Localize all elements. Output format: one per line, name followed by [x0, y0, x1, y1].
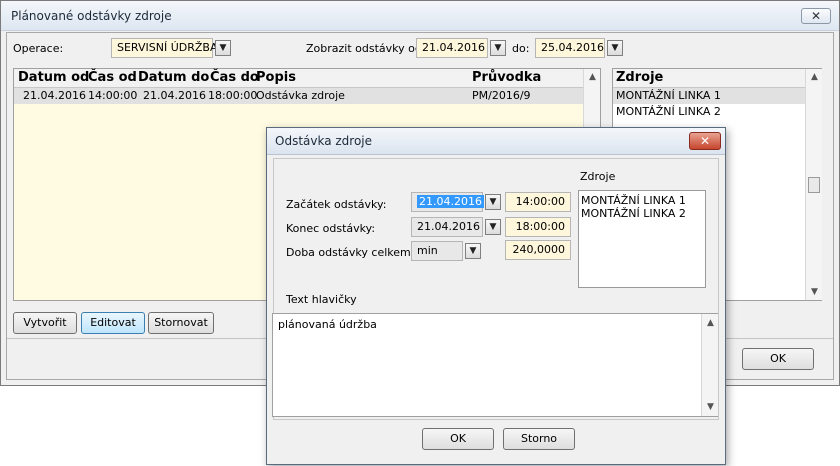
zdroje-scroll-down-icon[interactable]: ▼	[806, 287, 823, 297]
text-hlavicky-textarea[interactable]: plánovaná údržba ▲ ▼	[272, 313, 718, 417]
list-item[interactable]: MONTÁŽNÍ LINKA 1	[581, 194, 686, 207]
konec-time-field[interactable]: 18:00:00	[505, 217, 571, 237]
col-pruvodka[interactable]: Průvodka	[472, 70, 541, 85]
zdroje-header: Zdroje	[616, 70, 664, 85]
cell-popis: Odstávka zdroje	[256, 89, 345, 102]
doba-label: Doba odstávky celkem:	[286, 246, 415, 259]
textarea-scroll-up-icon[interactable]: ▲	[702, 318, 719, 328]
zacatek-date-field[interactable]: 21.04.2016	[411, 192, 484, 212]
list-item[interactable]: MONTÁŽNÍ LINKA 2	[613, 104, 805, 120]
dialog-zdroje-list[interactable]: MONTÁŽNÍ LINKA 1 MONTÁŽNÍ LINKA 2	[578, 190, 706, 288]
doba-unit-field[interactable]: min	[411, 241, 463, 261]
konec-label: Konec odstávky:	[286, 222, 376, 235]
zdroje-item-2: MONTÁŽNÍ LINKA 2	[616, 105, 721, 118]
dialog-close-icon[interactable]: ✕	[689, 132, 721, 150]
main-title-bar[interactable]: Plánované odstávky zdroje ✕	[1, 1, 839, 31]
cell-datum-od: 21.04.2016	[23, 89, 86, 102]
doba-unit-dropdown-icon[interactable]: ▼	[465, 243, 481, 259]
col-cas-od[interactable]: Čas od	[88, 70, 137, 85]
date-from-field[interactable]: 21.04.2016	[416, 38, 488, 58]
dialog-zdroje-label: Zdroje	[580, 170, 616, 183]
zdroje-scrollbar[interactable]: ▲ ▼	[805, 69, 822, 300]
zdroje-scroll-up-icon[interactable]: ▲	[806, 72, 823, 82]
date-from-dropdown-icon[interactable]: ▼	[490, 40, 506, 56]
konec-date-dropdown-icon[interactable]: ▼	[485, 219, 501, 235]
table-row[interactable]: 21.04.2016 14:00:00 21.04.2016 18:00:00 …	[14, 88, 584, 104]
textarea-scrollbar[interactable]: ▲ ▼	[701, 314, 718, 416]
cell-pruvodka: PM/2016/9	[472, 89, 531, 102]
main-ok-button[interactable]: OK	[742, 348, 814, 370]
do-label: do:	[512, 42, 530, 55]
date-to-field[interactable]: 25.04.2016	[535, 38, 605, 58]
dialog-storno-button[interactable]: Storno	[503, 428, 575, 450]
list-item[interactable]: MONTÁŽNÍ LINKA 1	[613, 88, 805, 104]
date-to-dropdown-icon[interactable]: ▼	[607, 40, 623, 56]
col-cas-do[interactable]: Čas do	[210, 70, 259, 85]
text-hlavicky-value: plánovaná údržba	[278, 318, 377, 331]
main-window-title: Plánované odstávky zdroje	[11, 9, 172, 23]
textarea-scroll-down-icon[interactable]: ▼	[702, 402, 719, 412]
list-item[interactable]: MONTÁŽNÍ LINKA 2	[581, 207, 686, 220]
text-hlavicky-label: Text hlavičky	[286, 293, 357, 306]
cell-datum-do: 21.04.2016	[143, 89, 206, 102]
zacatek-date-dropdown-icon[interactable]: ▼	[485, 194, 501, 210]
grid-scroll-up-icon[interactable]: ▲	[584, 72, 601, 82]
zobrazit-label: Zobrazit odstávky od:	[306, 42, 426, 55]
col-datum-do[interactable]: Datum do	[138, 70, 209, 85]
zdroje-item-1: MONTÁŽNÍ LINKA 1	[616, 89, 721, 102]
main-close-icon[interactable]: ✕	[801, 8, 831, 24]
zacatek-date-value: 21.04.2016	[417, 195, 484, 208]
cell-cas-od: 14:00:00	[88, 89, 138, 102]
col-popis[interactable]: Popis	[256, 70, 296, 85]
col-datum-od[interactable]: Datum od	[18, 70, 89, 85]
cell-cas-do: 18:00:00	[208, 89, 258, 102]
konec-date-field[interactable]: 21.04.2016	[411, 217, 483, 237]
zdroje-scroll-thumb[interactable]	[808, 177, 820, 193]
dialog-ok-button[interactable]: OK	[422, 428, 494, 450]
zacatek-label: Začátek odstávky:	[286, 198, 387, 211]
operace-field[interactable]: SERVISNÍ ÚDRŽBA	[111, 38, 217, 58]
dialog-title-bar[interactable]: Odstávka zdroje ✕	[267, 128, 725, 155]
zdroje-header-bar: Zdroje	[613, 69, 805, 88]
operace-dropdown-icon[interactable]: ▼	[215, 40, 231, 56]
operace-label: Operace:	[13, 42, 64, 55]
vytvorit-button[interactable]: Vytvořit	[13, 312, 77, 334]
grid-header: Datum od Čas od Datum do Čas do Popis Pr…	[14, 69, 584, 88]
zacatek-time-field[interactable]: 14:00:00	[505, 192, 571, 212]
doba-value-field[interactable]: 240,0000	[505, 240, 571, 260]
editovat-button[interactable]: Editovat	[81, 312, 145, 334]
stornovat-button[interactable]: Stornovat	[148, 312, 214, 334]
dialog-title: Odstávka zdroje	[275, 134, 373, 148]
